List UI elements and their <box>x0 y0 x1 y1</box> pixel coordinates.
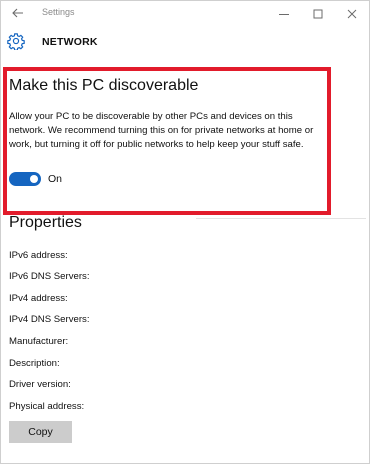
property-description: Description: <box>9 358 60 369</box>
settings-window: Settings NETWORK Make this PC discoverab… <box>0 0 370 464</box>
property-ipv4-address: IPv4 address: <box>9 293 68 304</box>
window-controls <box>267 1 369 26</box>
property-physical-address: Physical address: <box>9 401 85 412</box>
toggle-knob <box>30 175 38 183</box>
gear-icon <box>7 33 25 50</box>
property-manufacturer: Manufacturer: <box>9 336 69 347</box>
back-arrow-icon <box>12 8 23 18</box>
discoverable-toggle[interactable] <box>9 172 41 186</box>
divider <box>196 218 366 219</box>
maximize-button[interactable] <box>301 1 335 26</box>
page-title: NETWORK <box>42 36 98 48</box>
discoverable-description: Allow your PC to be discoverable by othe… <box>9 111 314 150</box>
toggle-state-label: On <box>48 173 63 185</box>
close-icon <box>347 9 357 18</box>
window-title: Settings <box>42 7 75 17</box>
page-header: NETWORK <box>1 29 369 55</box>
property-ipv6-address: IPv6 address: <box>9 250 68 261</box>
title-bar: Settings <box>1 1 369 26</box>
properties-heading: Properties <box>9 214 82 231</box>
property-driver-version: Driver version: <box>9 379 71 390</box>
copy-button[interactable]: Copy <box>9 421 72 443</box>
discoverable-heading: Make this PC discoverable <box>9 77 199 94</box>
property-ipv4-dns-servers: IPv4 DNS Servers: <box>9 314 90 325</box>
minimize-button[interactable] <box>267 1 301 26</box>
close-button[interactable] <box>335 1 369 26</box>
minimize-icon <box>279 13 289 15</box>
property-ipv6-dns-servers: IPv6 DNS Servers: <box>9 271 90 282</box>
back-button[interactable] <box>7 3 29 23</box>
maximize-icon <box>313 9 323 18</box>
